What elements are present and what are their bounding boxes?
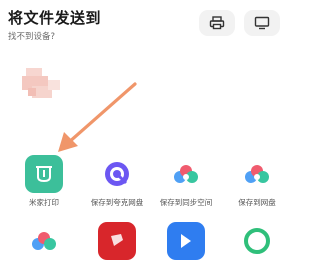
cloud-sync-icon <box>167 155 205 193</box>
app-quark-drive[interactable]: 保存到夸克网盘 <box>84 155 150 208</box>
app-row2-2[interactable] <box>84 222 150 260</box>
annotation-arrow <box>58 82 137 152</box>
app-mijia-print[interactable]: 米家打印 <box>11 155 77 208</box>
app-cloud-drive[interactable]: 保存到网盘 <box>224 155 290 208</box>
app-row2-4[interactable] <box>224 222 290 260</box>
green-ring-icon <box>238 222 276 260</box>
app-label: 保存到同步空间 <box>159 198 213 207</box>
app-row2-1[interactable] <box>11 222 77 260</box>
red-app-icon <box>98 222 136 260</box>
app-label: 保存到夸克网盘 <box>90 198 144 207</box>
cloud-drive-icon <box>238 155 276 193</box>
blue-app-icon <box>167 222 205 260</box>
quark-icon <box>98 155 136 193</box>
app-row2-3[interactable] <box>153 222 219 260</box>
app-label: 保存到网盘 <box>238 198 276 207</box>
cloud-sync-icon <box>25 222 63 260</box>
mijia-icon <box>25 155 63 193</box>
app-label: 米家打印 <box>29 198 59 207</box>
app-sync-space[interactable]: 保存到同步空间 <box>153 155 219 208</box>
